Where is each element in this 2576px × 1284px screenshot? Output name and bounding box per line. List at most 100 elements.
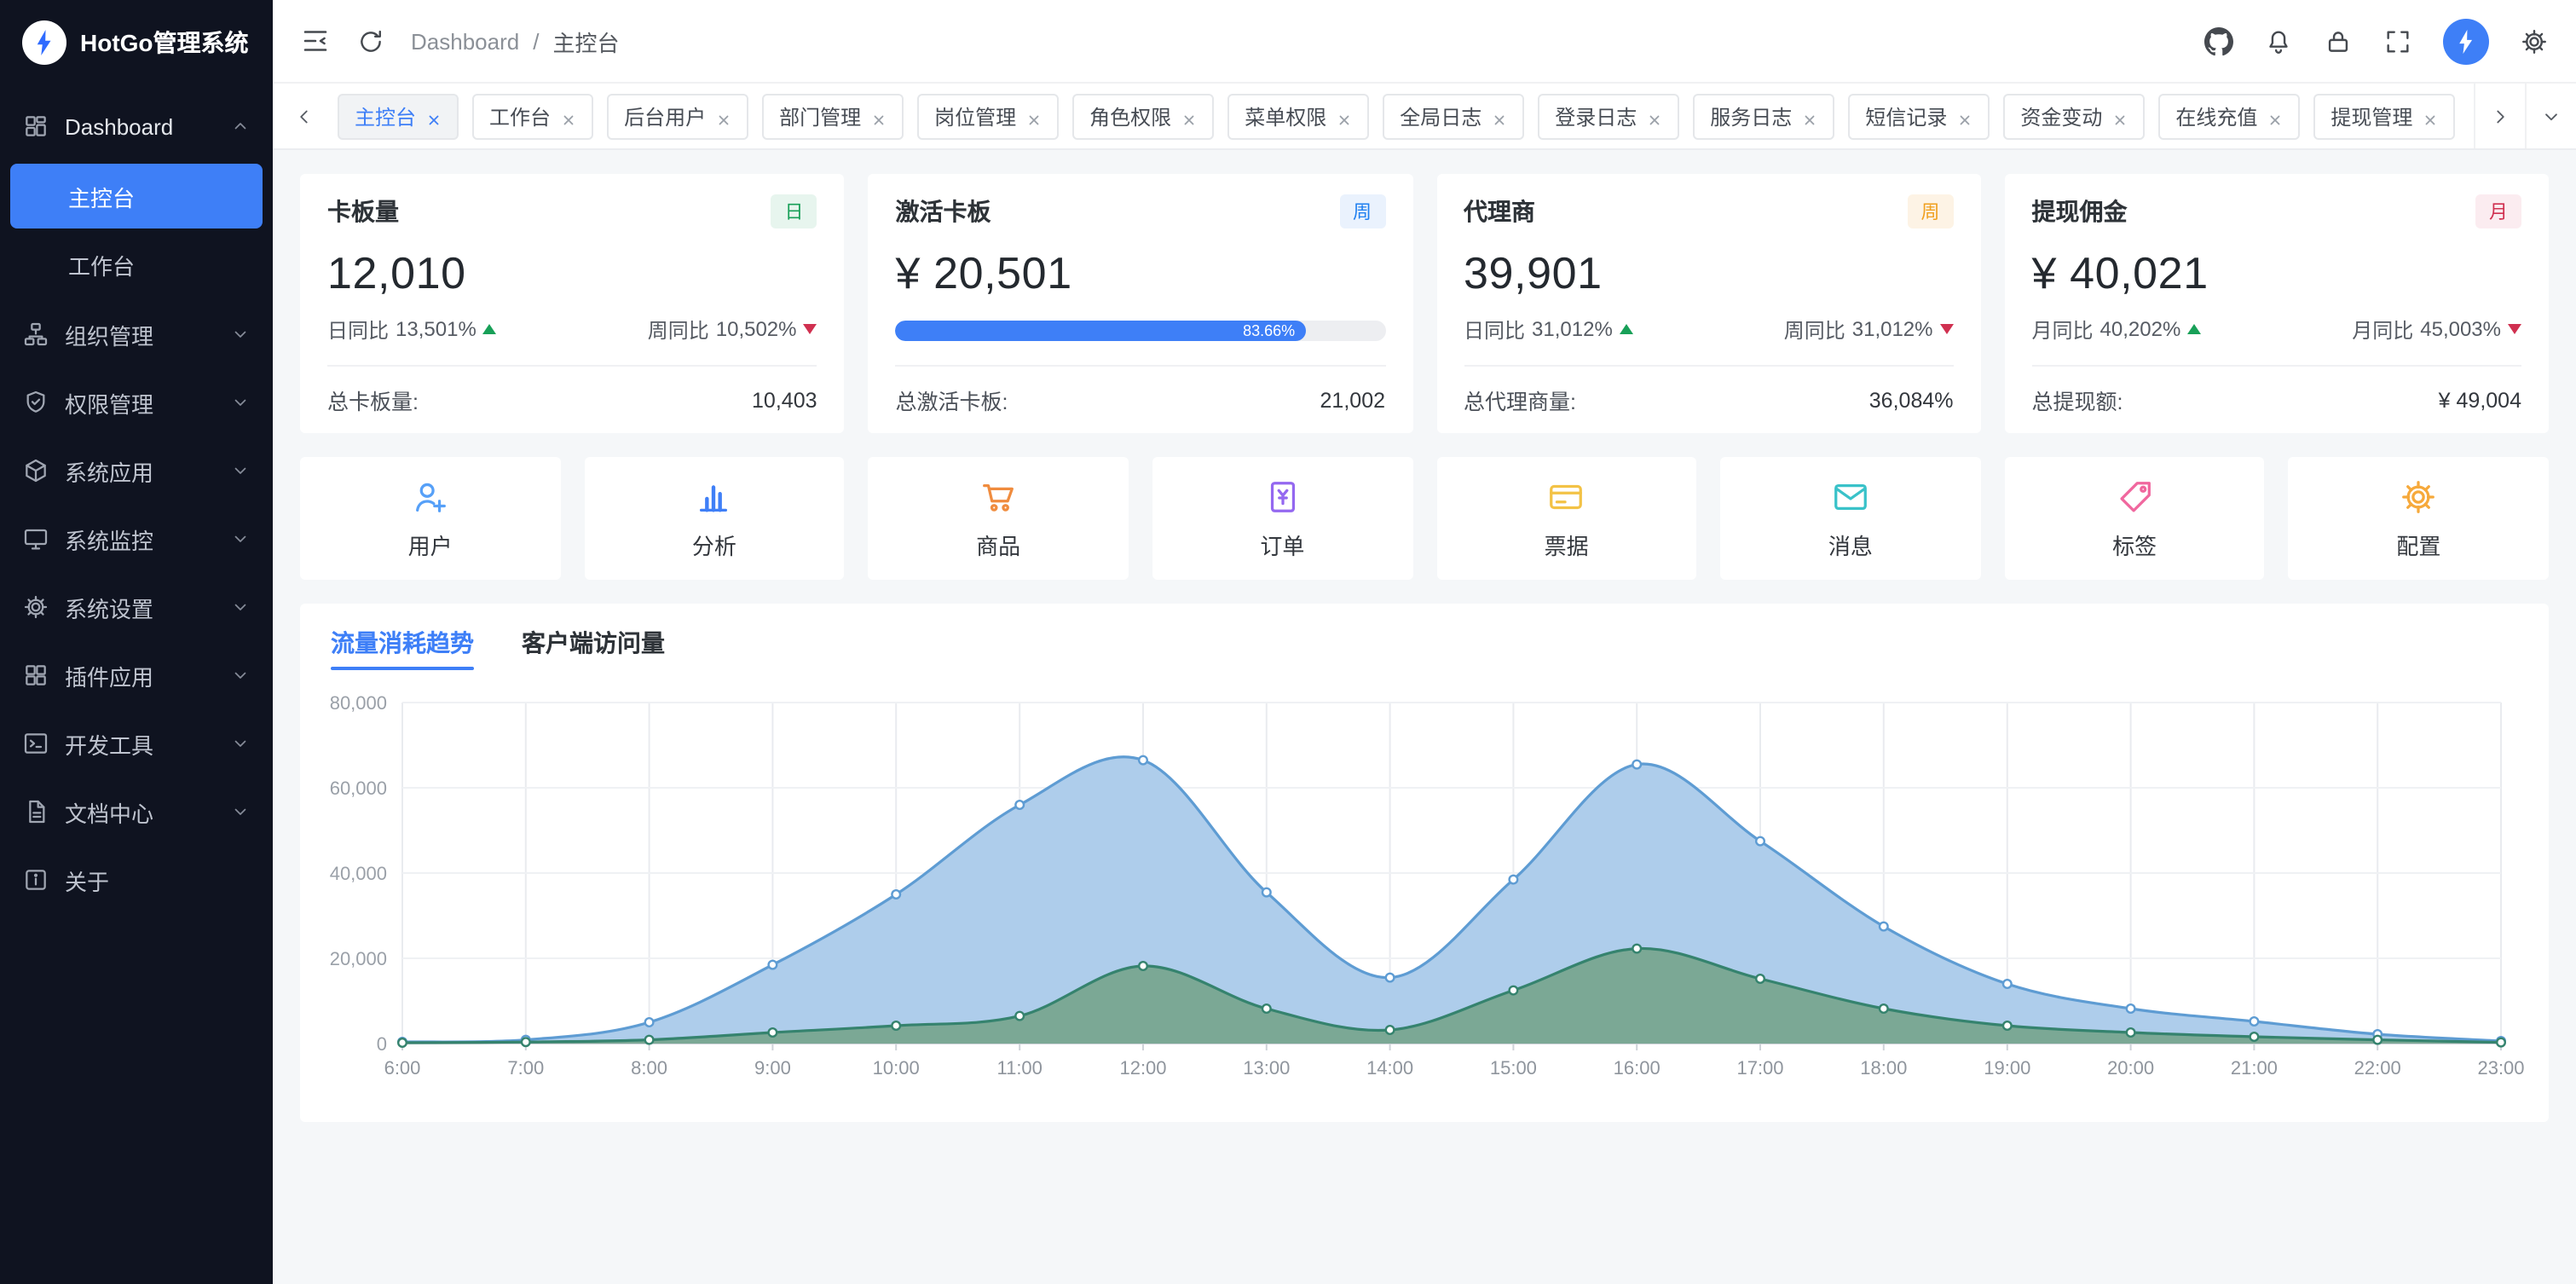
svg-text:18:00: 18:00 bbox=[1860, 1057, 1907, 1079]
sidebar-collapse-icon[interactable] bbox=[300, 26, 331, 56]
svg-text:12:00: 12:00 bbox=[1119, 1057, 1166, 1079]
tab-13[interactable]: 提现管理 bbox=[2313, 93, 2455, 139]
quick-action-ticket[interactable]: 票据 bbox=[1436, 457, 1696, 580]
tab-12[interactable]: 在线充值 bbox=[2158, 93, 2300, 139]
traffic-trend-chart[interactable]: 020,00040,00060,00080,0006:007:008:009:0… bbox=[314, 682, 2528, 1112]
chart-tab-0[interactable]: 流量消耗趋势 bbox=[331, 626, 474, 679]
tabs-menu-button[interactable] bbox=[2525, 84, 2576, 148]
settings-gear-icon[interactable] bbox=[2520, 26, 2549, 55]
tab-3[interactable]: 部门管理 bbox=[762, 93, 904, 139]
stat-card-footer: 总提现额:¥ 49,004 bbox=[2032, 365, 2522, 433]
sidebar-item-plugin-app[interactable]: 插件应用 bbox=[0, 641, 273, 709]
github-icon[interactable] bbox=[2204, 26, 2233, 55]
tab-0[interactable]: 主控台 bbox=[338, 93, 459, 139]
quick-action-goods[interactable]: 商品 bbox=[869, 457, 1129, 580]
tab-close-icon[interactable] bbox=[2267, 108, 2283, 124]
tab-close-icon[interactable] bbox=[2112, 108, 2128, 124]
svg-text:23:00: 23:00 bbox=[2477, 1057, 2524, 1079]
sidebar: HotGo管理系统 Dashboard主控台工作台组织管理权限管理系统应用系统监… bbox=[0, 0, 273, 1284]
progressbar-fill: 83.66% bbox=[896, 321, 1306, 341]
tab-close-icon[interactable] bbox=[1337, 108, 1352, 124]
tab-bar: 主控台 工作台 后台用户部门管理 岗位管理 角色权限 菜单权限全局日志登录日志服务日志 短信… bbox=[273, 82, 2576, 150]
trend-metrics: 月同比40,202%月同比45,003% bbox=[2032, 317, 2522, 343]
chevron-down-icon bbox=[230, 324, 251, 344]
trend-down-icon bbox=[2508, 325, 2521, 335]
quick-action-tag[interactable]: 标签 bbox=[2005, 457, 2265, 580]
tab-close-icon[interactable] bbox=[1802, 108, 1817, 124]
gear-icon bbox=[2399, 477, 2438, 516]
sidebar-item-permission[interactable]: 权限管理 bbox=[0, 368, 273, 437]
svg-text:20:00: 20:00 bbox=[2107, 1057, 2154, 1079]
trend-metrics: 日同比13,501%周同比10,502% bbox=[327, 317, 817, 343]
tab-close-icon[interactable] bbox=[1492, 108, 1507, 124]
tab-7[interactable]: 全局日志 bbox=[1383, 93, 1524, 139]
tab-close-icon[interactable] bbox=[1647, 108, 1662, 124]
tab-6[interactable]: 菜单权限 bbox=[1227, 93, 1369, 139]
sidebar-item-system-monitor[interactable]: 系统监控 bbox=[0, 505, 273, 573]
tab-label: 短信记录 bbox=[1865, 101, 1947, 130]
period-badge: 周 bbox=[1339, 194, 1385, 228]
refresh-icon[interactable] bbox=[356, 26, 385, 55]
tab-close-icon[interactable] bbox=[871, 108, 887, 124]
tab-1[interactable]: 工作台 bbox=[472, 93, 593, 139]
quick-action-analysis[interactable]: 分析 bbox=[584, 457, 844, 580]
quick-action-config[interactable]: 配置 bbox=[2289, 457, 2549, 580]
chevron-down-icon bbox=[230, 392, 251, 413]
app-logo[interactable]: HotGo管理系统 bbox=[0, 0, 273, 85]
tab-5[interactable]: 角色权限 bbox=[1072, 93, 1214, 139]
stat-card-activated-cards: 激活卡板周¥ 20,50183.66%总激活卡板:21,002 bbox=[869, 174, 1413, 433]
stat-card-footer: 总代理商量:36,084% bbox=[1464, 365, 1954, 433]
sidebar-item-dashboard[interactable]: Dashboard bbox=[0, 92, 273, 160]
user-avatar[interactable] bbox=[2443, 18, 2489, 64]
fullscreen-icon[interactable] bbox=[2383, 26, 2412, 55]
notifications-bell-icon[interactable] bbox=[2264, 26, 2293, 55]
sidebar-item-label: 组织管理 bbox=[65, 318, 215, 350]
tabs-scroll-left-button[interactable] bbox=[280, 84, 327, 148]
breadcrumb-item-dashboard[interactable]: Dashboard bbox=[411, 28, 519, 54]
tab-11[interactable]: 资金变动 bbox=[2003, 93, 2145, 139]
tab-close-icon[interactable] bbox=[426, 108, 442, 124]
sidebar-item-dev-tools[interactable]: 开发工具 bbox=[0, 709, 273, 778]
quick-action-user[interactable]: 用户 bbox=[300, 457, 560, 580]
tab-close-icon[interactable] bbox=[1181, 108, 1197, 124]
svg-text:7:00: 7:00 bbox=[507, 1057, 544, 1079]
tab-label: 在线充值 bbox=[2175, 101, 2257, 130]
stat-footer-label: 总代理商量: bbox=[1464, 384, 1576, 416]
tab-10[interactable]: 短信记录 bbox=[1848, 93, 1990, 139]
quick-action-message[interactable]: 消息 bbox=[1720, 457, 1980, 580]
trend-metric: 日同比31,012% bbox=[1464, 317, 1633, 343]
sidebar-item-system-app[interactable]: 系统应用 bbox=[0, 437, 273, 505]
tab-close-icon[interactable] bbox=[2423, 108, 2438, 124]
tab-label: 角色权限 bbox=[1089, 101, 1171, 130]
stat-footer-label: 总提现额: bbox=[2032, 384, 2123, 416]
tab-close-icon[interactable] bbox=[1026, 108, 1042, 124]
tab-close-icon[interactable] bbox=[716, 108, 731, 124]
sidebar-item-about[interactable]: 关于 bbox=[0, 846, 273, 914]
svg-text:6:00: 6:00 bbox=[384, 1057, 421, 1079]
tab-8[interactable]: 登录日志 bbox=[1538, 93, 1679, 139]
sidebar-item-org[interactable]: 组织管理 bbox=[0, 300, 273, 368]
quick-action-order[interactable]: 订单 bbox=[1152, 457, 1412, 580]
sidebar-item-doc-center[interactable]: 文档中心 bbox=[0, 778, 273, 846]
sidebar-item-system-settings[interactable]: 系统设置 bbox=[0, 573, 273, 641]
main-column: Dashboard / 主控台 主控台工作台后台用户部门管理岗位管理角色权限菜单… bbox=[273, 0, 2576, 1284]
sidebar-subitem-workbench[interactable]: 工作台 bbox=[10, 232, 263, 297]
sidebar-subitem-console[interactable]: 主控台 bbox=[10, 164, 263, 228]
chevron-down-icon bbox=[230, 665, 251, 685]
svg-text:60,000: 60,000 bbox=[330, 778, 387, 799]
tabs-scroll-right-button[interactable] bbox=[2474, 84, 2525, 148]
tab-2[interactable]: 后台用户 bbox=[607, 93, 748, 139]
tab-close-icon[interactable] bbox=[1957, 108, 1972, 124]
tab-label: 工作台 bbox=[489, 101, 551, 130]
chart-tab-1[interactable]: 客户端访问量 bbox=[522, 626, 665, 679]
user-add-icon bbox=[411, 477, 450, 516]
gear-icon bbox=[22, 593, 49, 621]
tab-close-icon[interactable] bbox=[561, 108, 576, 124]
lock-screen-icon[interactable] bbox=[2324, 26, 2353, 55]
stat-card-footer: 总卡板量:10,403 bbox=[327, 365, 817, 433]
tab-label: 岗位管理 bbox=[934, 101, 1016, 130]
trend-metric: 周同比31,012% bbox=[1784, 317, 1954, 343]
org-icon bbox=[22, 321, 49, 348]
tab-4[interactable]: 岗位管理 bbox=[917, 93, 1059, 139]
tab-9[interactable]: 服务日志 bbox=[1693, 93, 1834, 139]
